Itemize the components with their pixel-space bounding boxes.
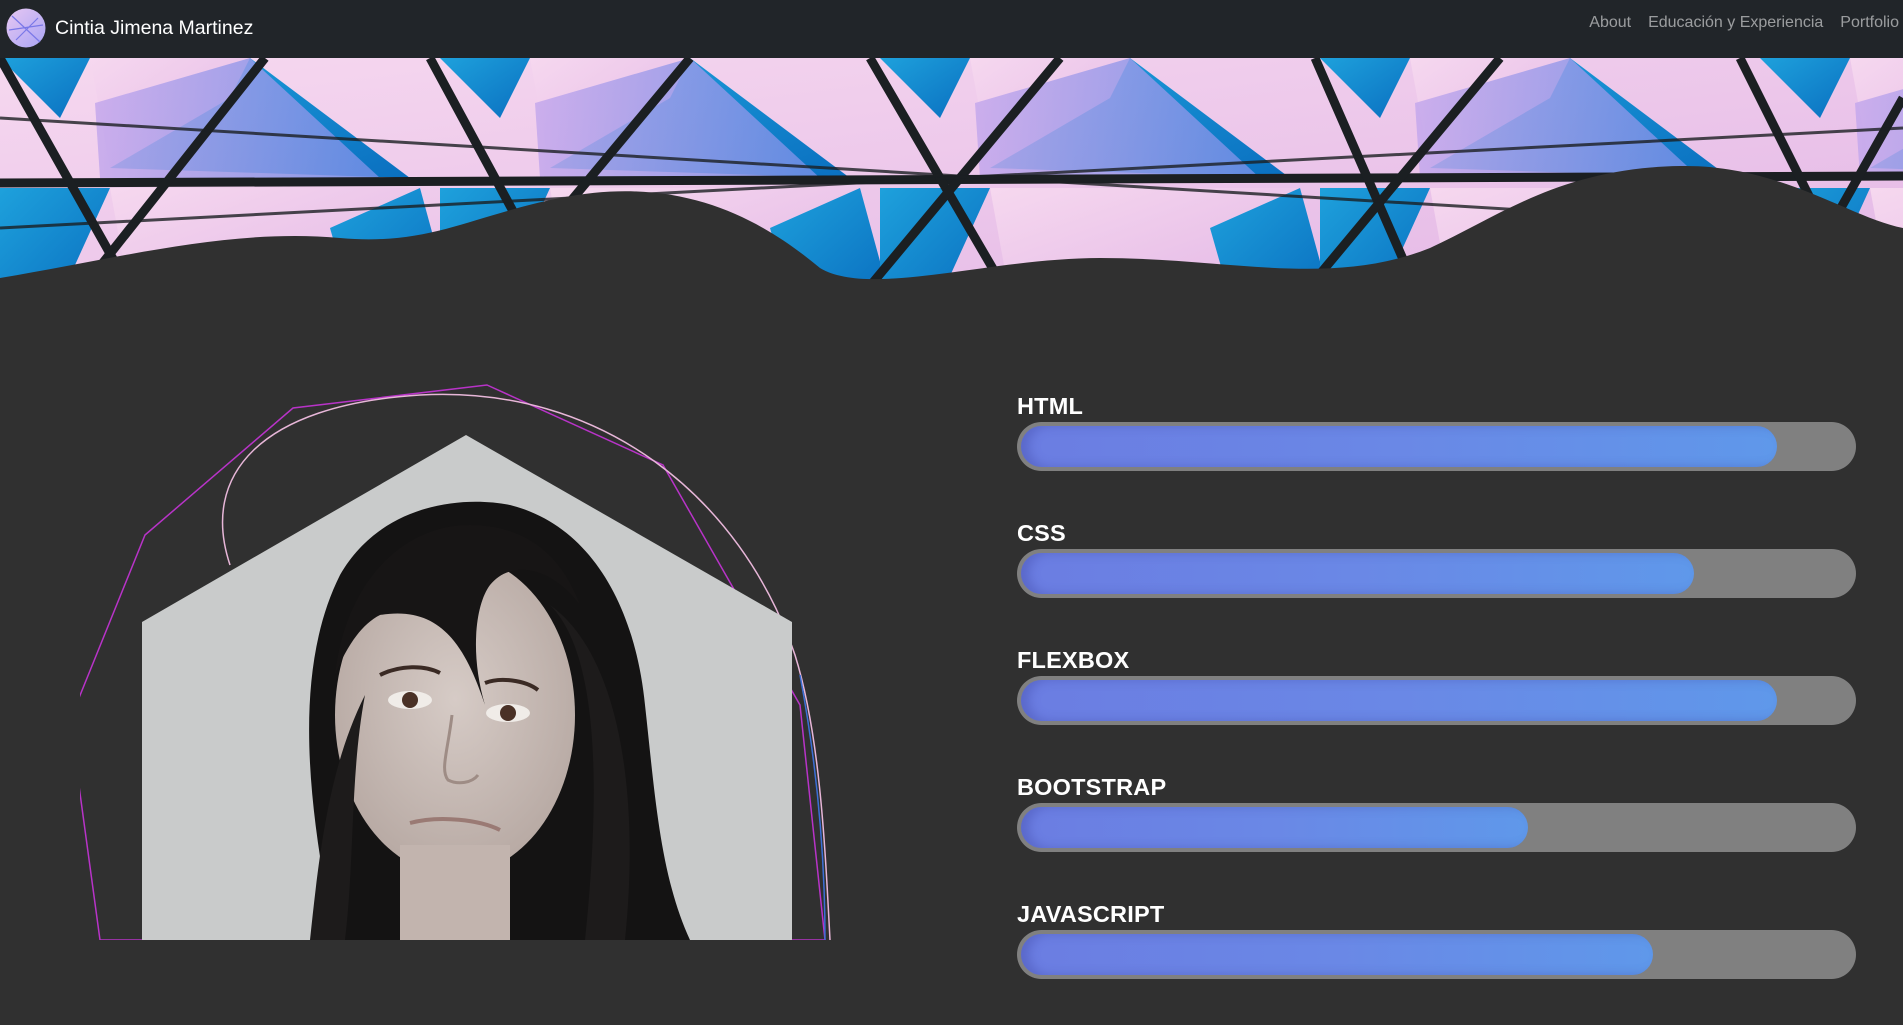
skill-progress-fill — [1021, 426, 1777, 467]
nav-link-about[interactable]: About — [1589, 14, 1631, 32]
skill-item: JAVASCRIPT — [1017, 898, 1856, 1025]
skill-item: BOOTSTRAP — [1017, 771, 1856, 898]
skill-progress-fill — [1021, 680, 1777, 721]
geometric-glass-roof-icon — [0, 58, 1903, 298]
nav-link-education-experience[interactable]: Educación y Experiencia — [1648, 14, 1823, 32]
skill-progress-track — [1017, 422, 1856, 471]
nav-links: About Educación y Experiencia Portfolio — [1589, 0, 1903, 46]
skill-progress-track — [1017, 676, 1856, 725]
skills-list: HTML CSS FLEXBOX BOOTSTRAP JAVASCRIPT — [1017, 390, 1856, 1025]
nav-link-portfolio[interactable]: Portfolio — [1840, 14, 1899, 32]
brand-link[interactable]: Cintia Jimena Martinez — [6, 5, 253, 51]
skill-label: JAVASCRIPT — [1017, 901, 1165, 927]
brand-name: Cintia Jimena Martinez — [55, 16, 254, 39]
hero-banner — [0, 58, 1903, 298]
brand-logo-icon — [6, 8, 46, 48]
top-navbar: Cintia Jimena Martinez About Educación y… — [0, 0, 1903, 58]
profile-photo-icon — [69, 384, 831, 941]
skill-label: CSS — [1017, 520, 1066, 546]
skill-label: HTML — [1017, 393, 1084, 419]
skill-progress-track — [1017, 549, 1856, 598]
profile-photo-area — [69, 375, 840, 941]
skill-progress-track — [1017, 930, 1856, 979]
skill-progress-track — [1017, 803, 1856, 852]
skill-item: FLEXBOX — [1017, 644, 1856, 771]
skill-progress-fill — [1021, 807, 1528, 848]
skill-label: BOOTSTRAP — [1017, 774, 1167, 800]
skill-label: FLEXBOX — [1017, 647, 1130, 673]
skill-progress-fill — [1021, 553, 1694, 594]
skill-item: CSS — [1017, 517, 1856, 644]
skill-item: HTML — [1017, 390, 1856, 517]
skill-progress-fill — [1021, 934, 1653, 975]
